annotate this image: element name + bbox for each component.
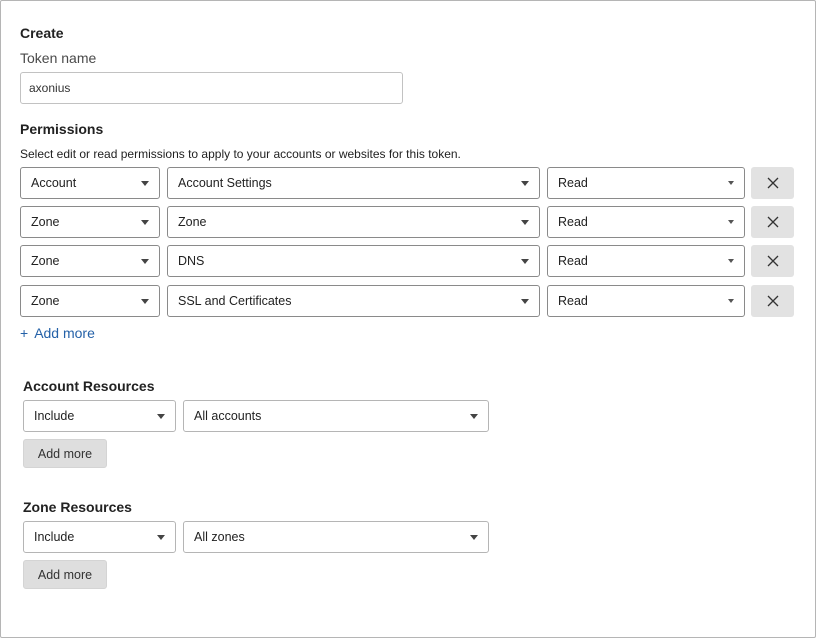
permission-access-value: Read	[558, 176, 588, 190]
permission-scope-value: Zone	[31, 254, 60, 268]
account-resources-add-more-button[interactable]: Add more	[23, 439, 107, 468]
remove-permission-button[interactable]	[751, 206, 794, 238]
zone-resources-heading: Zone Resources	[23, 499, 132, 515]
account-resources-heading: Account Resources	[23, 378, 155, 394]
chevron-down-icon	[470, 413, 478, 419]
account-resources-mode-value: Include	[34, 409, 75, 423]
permission-resource-select[interactable]: SSL and Certificates	[167, 285, 540, 317]
chevron-down-icon	[157, 534, 165, 540]
zone-resources-mode-select[interactable]: Include	[23, 521, 176, 553]
close-icon	[767, 295, 778, 307]
chevron-down-icon	[728, 181, 734, 185]
permission-scope-select[interactable]: Zone	[20, 285, 160, 317]
permission-scope-select[interactable]: Zone	[20, 206, 160, 238]
add-permission-link[interactable]: + Add more	[20, 325, 95, 341]
permission-scope-value: Account	[31, 176, 77, 190]
permissions-description: Select edit or read permissions to apply…	[20, 147, 461, 161]
remove-permission-button[interactable]	[751, 285, 794, 317]
zone-resources-add-more-button[interactable]: Add more	[23, 560, 107, 589]
permission-resource-select[interactable]: Account Settings	[167, 167, 540, 199]
chevron-down-icon	[521, 180, 529, 186]
permission-resource-select[interactable]: DNS	[167, 245, 540, 277]
zone-resources-target-select[interactable]: All zones	[183, 521, 489, 553]
permission-scope-select[interactable]: Zone	[20, 245, 160, 277]
permission-access-select[interactable]: Read	[547, 206, 745, 238]
permission-resource-value: SSL and Certificates	[178, 294, 292, 308]
permission-access-value: Read	[558, 215, 588, 229]
remove-permission-button[interactable]	[751, 245, 794, 277]
account-resources-target-value: All accounts	[194, 409, 262, 423]
chevron-down-icon	[157, 413, 165, 419]
chevron-down-icon	[728, 259, 734, 263]
account-resources-target-select[interactable]: All accounts	[183, 400, 489, 432]
permission-resource-value: DNS	[178, 254, 205, 268]
permission-scope-select[interactable]: Account	[20, 167, 160, 199]
token-name-value: axonius	[29, 81, 71, 95]
token-name-label: Token name	[20, 50, 97, 66]
permission-access-value: Read	[558, 294, 588, 308]
close-icon	[767, 216, 778, 228]
permission-access-select[interactable]: Read	[547, 245, 745, 277]
plus-icon: +	[20, 325, 29, 341]
remove-permission-button[interactable]	[751, 167, 794, 199]
add-permission-label: Add more	[34, 325, 95, 341]
permission-access-select[interactable]: Read	[547, 167, 745, 199]
zone-resources-target-value: All zones	[194, 530, 245, 544]
permission-scope-value: Zone	[31, 215, 60, 229]
zone-resources-add-more-label: Add more	[37, 567, 93, 582]
chevron-down-icon	[141, 298, 149, 304]
token-name-input[interactable]: axonius	[20, 72, 403, 104]
chevron-down-icon	[470, 534, 478, 540]
permission-access-value: Read	[558, 254, 588, 268]
chevron-down-icon	[521, 258, 529, 264]
permission-access-select[interactable]: Read	[547, 285, 745, 317]
permission-resource-value: Account Settings	[178, 176, 272, 190]
chevron-down-icon	[141, 180, 149, 186]
chevron-down-icon	[141, 258, 149, 264]
chevron-down-icon	[728, 220, 734, 224]
permission-resource-select[interactable]: Zone	[167, 206, 540, 238]
account-resources-mode-select[interactable]: Include	[23, 400, 176, 432]
chevron-down-icon	[521, 219, 529, 225]
close-icon	[767, 177, 778, 189]
chevron-down-icon	[728, 299, 734, 303]
chevron-down-icon	[141, 219, 149, 225]
close-icon	[767, 255, 778, 267]
permission-resource-value: Zone	[178, 215, 207, 229]
permissions-heading: Permissions	[20, 121, 104, 137]
permission-scope-value: Zone	[31, 294, 60, 308]
create-heading: Create	[20, 25, 64, 41]
zone-resources-mode-value: Include	[34, 530, 75, 544]
chevron-down-icon	[521, 298, 529, 304]
account-resources-add-more-label: Add more	[37, 446, 93, 461]
